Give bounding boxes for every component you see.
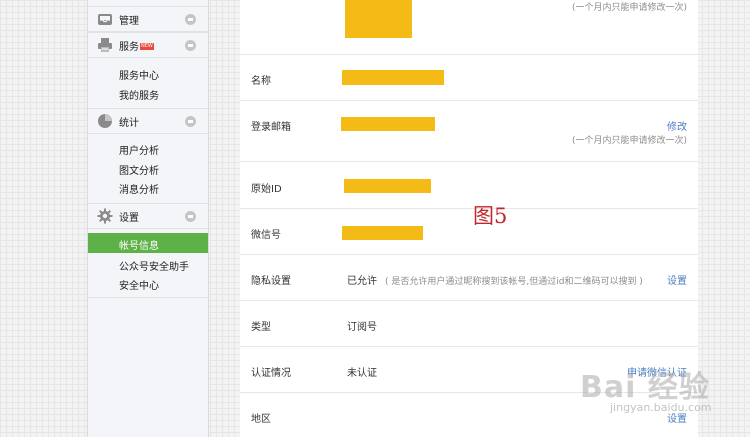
privacy-value: 已允许( 是否允许用户通过昵称搜到该帐号,但通过id和二维码可以搜到 ): [347, 276, 643, 287]
watermark-url: jingyan.baidu.com: [610, 401, 712, 414]
privacy-hint: ( 是否允许用户通过昵称搜到该帐号,但通过id和二维码可以搜到 ): [385, 277, 643, 287]
avatar-change-note: (一个月内只能申请修改一次): [571, 3, 687, 13]
new-badge: NEW: [140, 43, 154, 50]
collapse-toggle-icon[interactable]: [185, 40, 196, 51]
divider: [240, 300, 698, 301]
sidebar-item-message-analysis[interactable]: 消息分析: [119, 181, 159, 196]
original-id-value-redacted: [344, 179, 431, 193]
pie-chart-icon: [97, 113, 113, 129]
region-label: 地区: [251, 414, 271, 425]
sidebar-item-security-assistant[interactable]: 公众号安全助手: [119, 258, 189, 273]
watermark-logo: Bai 经验: [580, 370, 710, 405]
avatar-redacted: [345, 0, 412, 38]
sidebar-item-account-info[interactable]: 帐号信息: [88, 233, 208, 253]
type-label: 类型: [251, 322, 271, 333]
verify-value: 未认证: [347, 368, 377, 379]
wechat-id-value-redacted: [342, 226, 423, 240]
sidebar-section-label: 服务 NEW: [119, 42, 154, 53]
gear-icon: [97, 208, 113, 224]
original-id-label: 原始ID: [251, 184, 282, 195]
name-label: 名称: [251, 76, 271, 87]
sidebar-section-label: 管理: [119, 16, 139, 27]
divider: [240, 100, 698, 101]
divider: [240, 161, 698, 162]
sidebar: 管理 服务 NEW 服务中心 我的服务 统计 用户分析 图文分析 消息分析 设置…: [87, 0, 209, 437]
verify-label: 认证情况: [251, 368, 291, 379]
divider: [88, 297, 208, 298]
sidebar-section-label: 统计: [119, 118, 139, 129]
sidebar-item-article-analysis[interactable]: 图文分析: [119, 162, 159, 177]
sidebar-section-service[interactable]: 服务 NEW: [88, 32, 208, 58]
type-value: 订阅号: [347, 322, 377, 333]
collapse-toggle-icon[interactable]: [185, 116, 196, 127]
privacy-label: 隐私设置: [251, 276, 291, 287]
divider: [240, 346, 698, 347]
divider: [240, 54, 698, 55]
wechat-id-label: 微信号: [251, 230, 281, 241]
divider: [240, 208, 698, 209]
name-value-redacted: [342, 70, 444, 85]
collapse-toggle-icon[interactable]: [185, 211, 196, 222]
divider: [240, 254, 698, 255]
sidebar-section-settings[interactable]: 设置: [88, 203, 208, 229]
sidebar-item-security-center[interactable]: 安全中心: [119, 277, 159, 292]
email-change-note: (一个月内只能申请修改一次): [571, 136, 687, 146]
sidebar-section-label: 设置: [119, 213, 139, 224]
sidebar-section-stats[interactable]: 统计: [88, 108, 208, 134]
privacy-settings-link[interactable]: 设置: [667, 272, 687, 287]
sidebar-item-my-services[interactable]: 我的服务: [119, 87, 159, 102]
collapse-toggle-icon[interactable]: [185, 14, 196, 25]
sidebar-section-manage[interactable]: 管理: [88, 6, 208, 32]
sidebar-item-service-center[interactable]: 服务中心: [119, 67, 159, 82]
figure-label: 图5: [473, 204, 508, 228]
email-value-redacted: [341, 117, 435, 131]
email-modify-link[interactable]: 修改: [667, 118, 687, 133]
sidebar-item-user-analysis[interactable]: 用户分析: [119, 142, 159, 157]
email-label: 登录邮箱: [251, 122, 291, 133]
printer-icon: [97, 37, 113, 53]
inbox-icon: [97, 11, 113, 27]
